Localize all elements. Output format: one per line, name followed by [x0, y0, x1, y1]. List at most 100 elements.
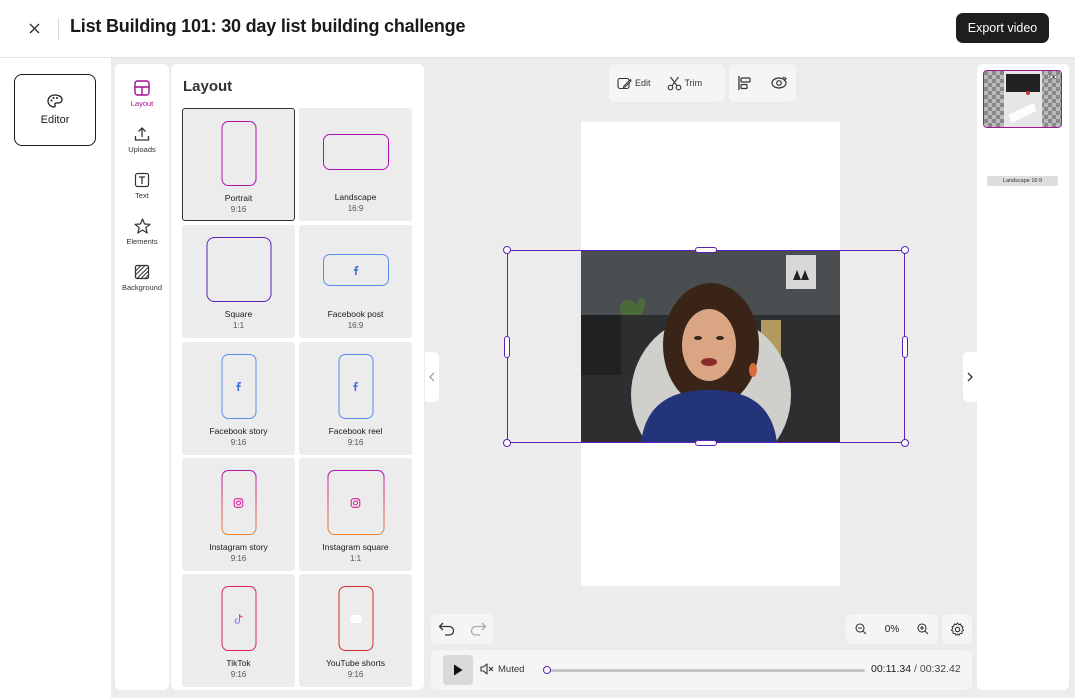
portrait-shape: [221, 121, 256, 186]
option-label: Portrait: [224, 193, 253, 203]
landscape-shape: [322, 134, 389, 170]
facebook-story-shape: [221, 354, 256, 419]
play-button[interactable]: [443, 655, 473, 685]
rail-item-label: Layout: [130, 99, 154, 108]
rail-item-label: Elements: [126, 237, 158, 246]
trim-button[interactable]: Trim: [659, 76, 711, 91]
option-label: Facebook post: [327, 309, 384, 319]
zoom-out-icon[interactable]: [855, 623, 867, 635]
rail-item-uploads[interactable]: Uploads: [115, 126, 169, 154]
upload-icon: [134, 127, 150, 141]
edit-label: Edit: [635, 78, 651, 88]
resize-handle-top-left[interactable]: [503, 246, 511, 254]
option-label: Square: [224, 309, 253, 319]
layout-option-instagram-square[interactable]: Instagram square 1:1: [299, 458, 412, 571]
rail-item-elements[interactable]: Elements: [115, 218, 169, 246]
align-toolbar: [729, 64, 796, 102]
align-left-icon[interactable]: [737, 75, 753, 91]
rail-item-background[interactable]: Background: [115, 264, 169, 292]
zoom-value: 0%: [884, 623, 900, 635]
total-duration: 00:32.42: [919, 663, 961, 675]
time-separator: /: [911, 663, 920, 675]
rail-item-label: Background: [121, 283, 163, 292]
layout-option-instagram-story[interactable]: Instagram story 9:16: [182, 458, 295, 571]
panel-title: Layout: [183, 78, 233, 95]
layout-option-facebook-reel[interactable]: Facebook reel 9:16: [299, 342, 412, 455]
youtube-shorts-shape: [338, 586, 373, 651]
layout-option-landscape[interactable]: Landscape 16:9: [299, 108, 412, 221]
current-time: 00:11.34: [871, 663, 912, 675]
layout-option-facebook-story[interactable]: Facebook story 9:16: [182, 342, 295, 455]
tiktok-icon: [234, 613, 243, 624]
chevron-left-icon: [429, 372, 435, 382]
resize-handle-right[interactable]: [902, 336, 908, 358]
edit-button[interactable]: Edit: [609, 77, 659, 90]
expand-right-panel-button[interactable]: [963, 352, 977, 402]
speaker-muted-icon: [480, 663, 494, 675]
editor-tab[interactable]: Editor: [14, 74, 96, 146]
option-ratio: 9:16: [347, 438, 364, 447]
option-label: Instagram story: [209, 542, 268, 552]
instagram-icon: [350, 497, 361, 508]
option-ratio: 16:9: [347, 321, 364, 330]
facebook-icon: [353, 265, 358, 275]
option-ratio: 9:16: [230, 670, 247, 679]
resize-handle-top[interactable]: [695, 247, 717, 253]
resize-handle-bottom-right[interactable]: [901, 439, 909, 447]
facebook-icon: [236, 382, 241, 391]
play-icon: [454, 664, 463, 676]
option-ratio: 9:16: [347, 670, 364, 679]
divider: [58, 18, 59, 40]
option-label: Instagram square: [322, 542, 389, 552]
resize-handle-bottom-left[interactable]: [503, 439, 511, 447]
layout-option-facebook-post[interactable]: Facebook post 16:9: [299, 225, 412, 338]
rail-item-layout[interactable]: Layout: [115, 80, 169, 108]
facebook-reel-shape: [338, 354, 373, 419]
resize-handle-top-right[interactable]: [901, 246, 909, 254]
option-ratio: 1:1: [232, 321, 245, 330]
rail-item-label: Text: [135, 191, 149, 200]
zoom-in-icon[interactable]: [917, 623, 929, 635]
palette-icon: [47, 94, 63, 108]
scene-thumbnail[interactable]: [983, 70, 1062, 128]
resize-handle-left[interactable]: [504, 336, 510, 358]
layout-option-square[interactable]: Square 1:1: [182, 225, 295, 338]
undo-icon[interactable]: [438, 622, 455, 636]
close-button[interactable]: [24, 18, 44, 38]
facebook-icon: [353, 382, 358, 391]
resize-handle-bottom[interactable]: [695, 440, 717, 446]
trim-label: Trim: [684, 78, 703, 88]
option-label: TikTok: [226, 658, 251, 668]
rail-item-text[interactable]: Text: [115, 172, 169, 200]
option-ratio: 9:16: [230, 438, 247, 447]
selection-box[interactable]: [503, 246, 909, 447]
export-video-button[interactable]: Export video: [956, 13, 1049, 43]
facebook-post-shape: [322, 254, 389, 286]
timeline-scrubber[interactable]: [543, 666, 865, 674]
layout-option-youtube-shorts[interactable]: YouTube shorts 9:16: [299, 574, 412, 687]
tool-rail: Layout Uploads Text Elements Background: [115, 64, 169, 690]
scrubber-handle[interactable]: [543, 666, 551, 674]
settings-button[interactable]: [942, 614, 972, 644]
option-label: YouTube shorts: [326, 658, 385, 668]
eye-icon: [1049, 74, 1058, 80]
mute-toggle[interactable]: Muted: [480, 663, 524, 675]
collapse-left-panel-button[interactable]: [425, 352, 439, 402]
rotate-icon[interactable]: [770, 75, 788, 91]
edit-trim-toolbar: Edit Trim: [609, 64, 725, 102]
undo-redo-group: [431, 614, 494, 644]
layout-option-portrait[interactable]: Portrait 9:16: [182, 108, 295, 221]
zoom-control: 0%: [846, 614, 938, 644]
page-title: List Building 101: 30 day list building …: [70, 16, 466, 36]
background-icon: [134, 264, 150, 280]
option-ratio: 1:1: [349, 554, 362, 563]
redo-icon[interactable]: [470, 622, 487, 636]
instagram-square-shape: [327, 470, 384, 535]
edit-icon: [617, 77, 632, 89]
close-icon: [29, 23, 39, 33]
option-ratio: 16:9: [347, 204, 364, 213]
option-label: Facebook story: [209, 426, 268, 436]
instagram-story-shape: [221, 470, 256, 535]
top-bar: List Building 101: 30 day list building …: [0, 0, 1075, 58]
layout-option-tiktok[interactable]: TikTok 9:16: [182, 574, 295, 687]
